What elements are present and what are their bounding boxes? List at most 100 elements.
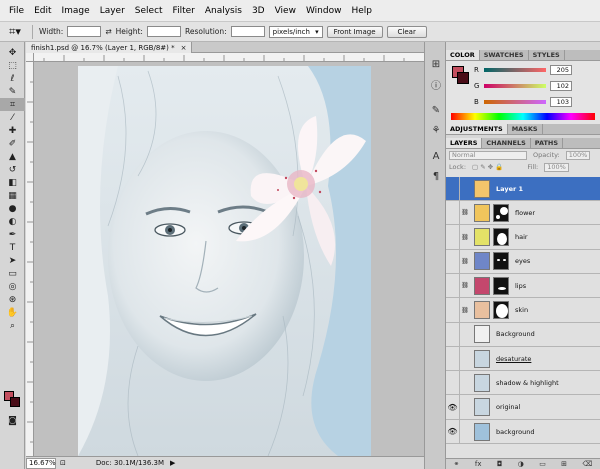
- blue-slider[interactable]: [484, 100, 546, 104]
- add-mask-icon[interactable]: ◘: [497, 460, 503, 468]
- menu-view[interactable]: View: [270, 6, 301, 16]
- document-image[interactable]: [78, 66, 371, 456]
- background-color-swatch[interactable]: [457, 72, 469, 84]
- visibility-eye-icon[interactable]: [446, 249, 460, 274]
- path-selection-tool-icon[interactable]: ➤: [0, 254, 25, 267]
- tab-layers[interactable]: LAYERS: [446, 138, 483, 148]
- visibility-eye-icon[interactable]: 👁: [446, 395, 460, 420]
- menu-window[interactable]: Window: [301, 6, 347, 16]
- blur-tool-icon[interactable]: ●: [0, 202, 25, 215]
- layer-row[interactable]: 👁 original: [446, 395, 600, 420]
- layer-row[interactable]: Layer 1: [446, 176, 600, 201]
- eyedropper-tool-icon[interactable]: ⁄: [0, 111, 25, 124]
- visibility-eye-icon[interactable]: 👁: [446, 419, 460, 444]
- zoom-tool-icon[interactable]: ⌕: [0, 319, 25, 332]
- menu-3d[interactable]: 3D: [247, 6, 270, 16]
- menu-analysis[interactable]: Analysis: [200, 6, 247, 16]
- pen-tool-icon[interactable]: ✒: [0, 228, 25, 241]
- layer-thumbnail[interactable]: [474, 349, 490, 368]
- history-brush-tool-icon[interactable]: ↺: [0, 163, 25, 176]
- layer-thumbnail[interactable]: [474, 228, 490, 247]
- type-tool-icon[interactable]: T: [0, 241, 25, 254]
- dodge-tool-icon[interactable]: ◐: [0, 215, 25, 228]
- new-layer-icon[interactable]: ⊞: [561, 460, 567, 468]
- height-input[interactable]: [146, 26, 181, 37]
- link-layers-icon[interactable]: ⚭: [454, 460, 460, 468]
- visibility-eye-icon[interactable]: [446, 298, 460, 322]
- zoom-level-field[interactable]: 16.67%: [26, 457, 56, 469]
- tab-styles[interactable]: STYLES: [529, 50, 565, 60]
- fill-field[interactable]: 100%: [544, 162, 569, 172]
- visibility-eye-icon[interactable]: [446, 322, 460, 347]
- history-panel-icon[interactable]: ⊞: [425, 54, 447, 74]
- tab-color[interactable]: COLOR: [446, 50, 480, 60]
- eraser-tool-icon[interactable]: ◧: [0, 176, 25, 189]
- new-group-icon[interactable]: ▭: [539, 460, 546, 468]
- marquee-tool-icon[interactable]: ⬚: [0, 59, 25, 72]
- info-panel-icon[interactable]: ⓘ: [425, 74, 447, 94]
- menu-select[interactable]: Select: [130, 6, 168, 16]
- layer-mask-thumbnail[interactable]: [493, 301, 509, 319]
- width-input[interactable]: [67, 26, 102, 37]
- lock-icons[interactable]: ▢ ✎ ✥ 🔒: [472, 163, 503, 171]
- lasso-tool-icon[interactable]: ℓ: [0, 72, 25, 85]
- brushes-panel-icon[interactable]: ✎: [425, 100, 447, 120]
- menu-help[interactable]: Help: [346, 6, 377, 16]
- tab-paths[interactable]: PATHS: [531, 138, 564, 148]
- tab-masks[interactable]: MASKS: [508, 124, 543, 134]
- tab-adjustments[interactable]: ADJUSTMENTS: [446, 124, 508, 134]
- quick-selection-tool-icon[interactable]: ✎: [0, 85, 25, 98]
- clear-button[interactable]: Clear: [386, 25, 427, 38]
- visibility-eye-icon[interactable]: [446, 176, 460, 201]
- crop-tool-icon[interactable]: ⌗: [0, 98, 25, 111]
- menu-filter[interactable]: Filter: [168, 6, 200, 16]
- 3d-rotate-tool-icon[interactable]: ◎: [0, 280, 25, 293]
- canvas-area[interactable]: [34, 62, 424, 456]
- status-menu-icon[interactable]: ⊡: [60, 459, 66, 467]
- tab-channels[interactable]: CHANNELS: [482, 138, 531, 148]
- brush-tool-icon[interactable]: ✐: [0, 137, 25, 150]
- layer-thumbnail[interactable]: [474, 252, 490, 271]
- visibility-eye-icon[interactable]: [446, 225, 460, 250]
- document-tab[interactable]: finish1.psd @ 16.7% (Layer 1, RGB/8#) * …: [26, 42, 193, 53]
- adjustment-layer-icon[interactable]: ◑: [518, 460, 524, 468]
- layer-mask-thumbnail[interactable]: [493, 228, 509, 247]
- green-slider[interactable]: [484, 84, 546, 88]
- layer-row[interactable]: ⛓ eyes: [446, 249, 600, 274]
- shape-tool-icon[interactable]: ▭: [0, 267, 25, 280]
- layer-row[interactable]: 👁 background: [446, 419, 600, 444]
- visibility-eye-icon[interactable]: [446, 346, 460, 371]
- layer-row[interactable]: ⛓ hair: [446, 225, 600, 250]
- front-image-button[interactable]: Front Image: [326, 25, 383, 38]
- paragraph-panel-icon[interactable]: ¶: [425, 166, 447, 186]
- layer-thumbnail[interactable]: [474, 373, 490, 392]
- resolution-input[interactable]: [230, 26, 265, 37]
- menu-layer[interactable]: Layer: [95, 6, 130, 16]
- hand-tool-icon[interactable]: ✋: [0, 306, 25, 319]
- 3d-orbit-tool-icon[interactable]: ⊛: [0, 293, 25, 306]
- layer-row[interactable]: ⛓ skin: [446, 298, 600, 323]
- menu-file[interactable]: File: [4, 6, 29, 16]
- healing-brush-tool-icon[interactable]: ✚: [0, 124, 25, 137]
- layer-mask-thumbnail[interactable]: [493, 203, 509, 222]
- layer-row[interactable]: ⛓ flower: [446, 200, 600, 226]
- green-value-field[interactable]: 102: [550, 81, 572, 91]
- layer-row[interactable]: shadow & highlight: [446, 370, 600, 396]
- visibility-eye-icon[interactable]: [446, 273, 460, 298]
- layer-thumbnail[interactable]: [474, 301, 490, 319]
- clone-source-panel-icon[interactable]: ⚘: [425, 120, 447, 140]
- layer-thumbnail[interactable]: [474, 276, 490, 295]
- color-spectrum[interactable]: [451, 113, 595, 120]
- layer-mask-thumbnail[interactable]: [493, 276, 509, 295]
- layer-mask-thumbnail[interactable]: [493, 252, 509, 271]
- layer-thumbnail[interactable]: [474, 325, 490, 344]
- status-arrow-icon[interactable]: ▶: [170, 459, 175, 467]
- layer-thumbnail[interactable]: [474, 422, 490, 441]
- move-tool-icon[interactable]: ✥: [0, 46, 25, 59]
- visibility-eye-icon[interactable]: [446, 370, 460, 395]
- background-color-swatch[interactable]: [10, 397, 20, 407]
- opacity-field[interactable]: 100%: [565, 150, 591, 160]
- units-select[interactable]: pixels/inch ▾: [268, 25, 323, 38]
- layer-thumbnail[interactable]: [474, 398, 490, 417]
- red-slider[interactable]: [484, 68, 546, 72]
